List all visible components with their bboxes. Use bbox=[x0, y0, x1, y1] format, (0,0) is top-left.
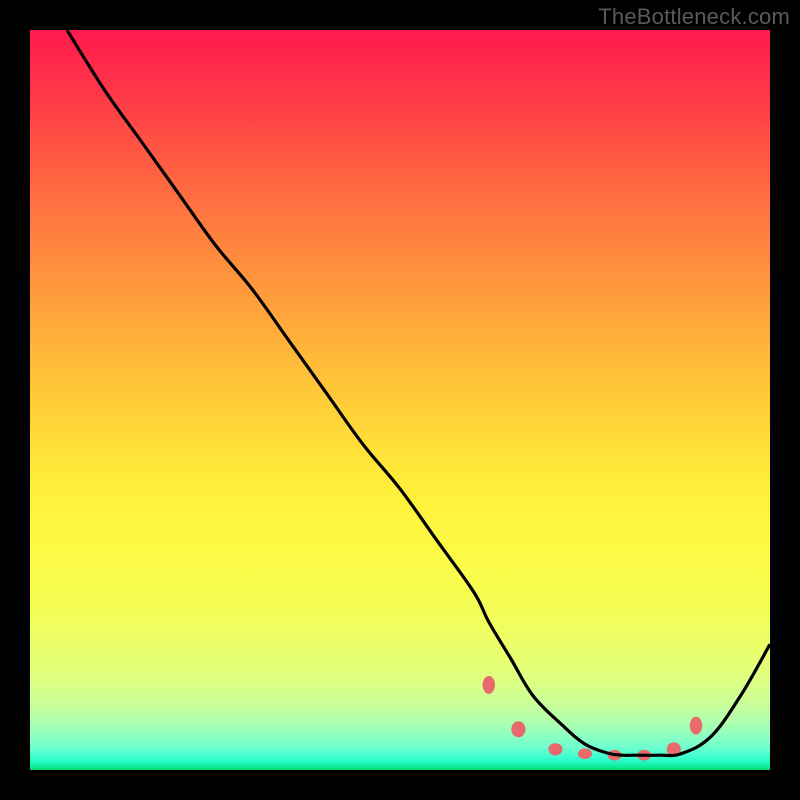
curve-marker bbox=[690, 717, 702, 735]
bottleneck-curve bbox=[67, 30, 770, 756]
curve-marker bbox=[548, 743, 562, 755]
watermark-text: TheBottleneck.com bbox=[598, 4, 790, 30]
plot-area bbox=[30, 30, 770, 770]
curve-marker bbox=[511, 721, 525, 737]
figure-frame: TheBottleneck.com bbox=[0, 0, 800, 800]
chart-svg bbox=[30, 30, 770, 770]
curve-marker bbox=[578, 748, 592, 759]
curve-marker bbox=[483, 676, 495, 694]
